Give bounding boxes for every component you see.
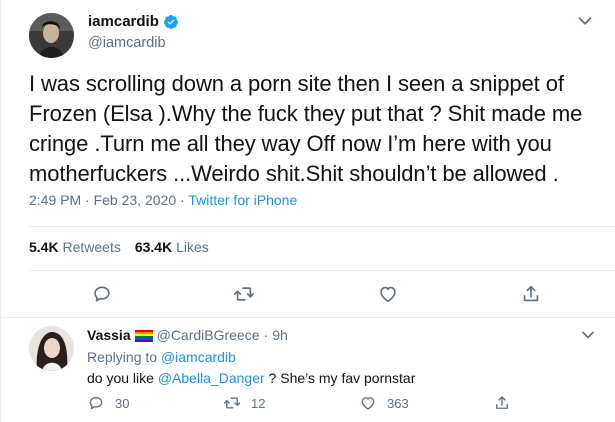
more-icon[interactable] (574, 10, 596, 32)
retweets-stat[interactable]: 5.4K Retweets (29, 239, 121, 255)
share-icon[interactable] (520, 283, 542, 305)
like-count: 363 (387, 395, 409, 411)
tweet-time[interactable]: 2:49 PM (29, 192, 81, 208)
reply-count: 30 (115, 395, 130, 411)
like-icon[interactable] (359, 394, 377, 412)
reply-tweet[interactable]: Vassia @CardiBGreece · 9h Replying to @i… (1, 318, 615, 422)
verified-icon (163, 14, 179, 30)
tweet-meta: 2:49 PM · Feb 23, 2020 · Twitter for iPh… (29, 192, 297, 208)
retweets-count: 5.4K (29, 239, 59, 255)
more-icon[interactable] (578, 325, 598, 345)
likes-stat[interactable]: 63.4K Likes (135, 239, 209, 255)
main-tweet-avatar[interactable] (29, 13, 74, 58)
likes-label: Likes (176, 239, 209, 255)
reply-time[interactable]: 9h (272, 327, 288, 343)
tweet-stats: 5.4K Retweets 63.4K Likes (29, 239, 209, 255)
divider (29, 270, 615, 271)
meta-separator: · (85, 192, 90, 208)
replying-to-mention[interactable]: @iamcardib (161, 349, 236, 365)
like-icon[interactable] (377, 283, 399, 305)
reply-like-action[interactable]: 363 (359, 394, 409, 412)
replying-to-prefix: Replying to (87, 349, 158, 365)
retweet-icon[interactable] (233, 283, 255, 305)
reply-text: do you like @Abella_Danger ? She’s my fa… (87, 370, 415, 386)
meta-separator: · (180, 192, 185, 208)
retweet-icon[interactable] (223, 394, 241, 412)
reply-avatar[interactable] (29, 326, 74, 371)
share-icon[interactable] (493, 394, 511, 412)
tweet-date[interactable]: Feb 23, 2020 (94, 192, 177, 208)
retweets-label: Retweets (62, 239, 121, 255)
tweet-source-link[interactable]: Twitter for iPhone (188, 192, 297, 208)
reply-share-action[interactable] (493, 394, 511, 412)
reply-handle[interactable]: @CardiBGreece (157, 327, 260, 343)
reply-display-name[interactable]: Vassia (87, 327, 131, 343)
header-separator: · (263, 327, 269, 343)
reply-mention[interactable]: @Abella_Danger (158, 370, 265, 386)
main-tweet-display-name[interactable]: iamcardib (88, 13, 159, 30)
likes-count: 63.4K (134, 239, 173, 255)
reply-icon[interactable] (87, 394, 105, 412)
reply-retweet-action[interactable]: 12 (223, 394, 265, 412)
reply-text-before: do you like (87, 370, 158, 386)
main-tweet-text: I was scrolling down a porn site then I … (29, 71, 589, 186)
replying-to-line: Replying to @iamcardib (87, 349, 236, 365)
tweet-thread: iamcardib @iamcardib I was scrolling dow… (0, 0, 615, 422)
divider (29, 226, 615, 227)
rainbow-flag-icon (134, 329, 153, 342)
reply-icon[interactable] (91, 283, 113, 305)
reply-text-after: ? She’s my fav pornstar (264, 370, 416, 386)
reply-reply-action[interactable]: 30 (87, 394, 129, 412)
main-tweet-handle[interactable]: @iamcardib (88, 35, 166, 51)
retweet-count: 12 (251, 395, 266, 411)
